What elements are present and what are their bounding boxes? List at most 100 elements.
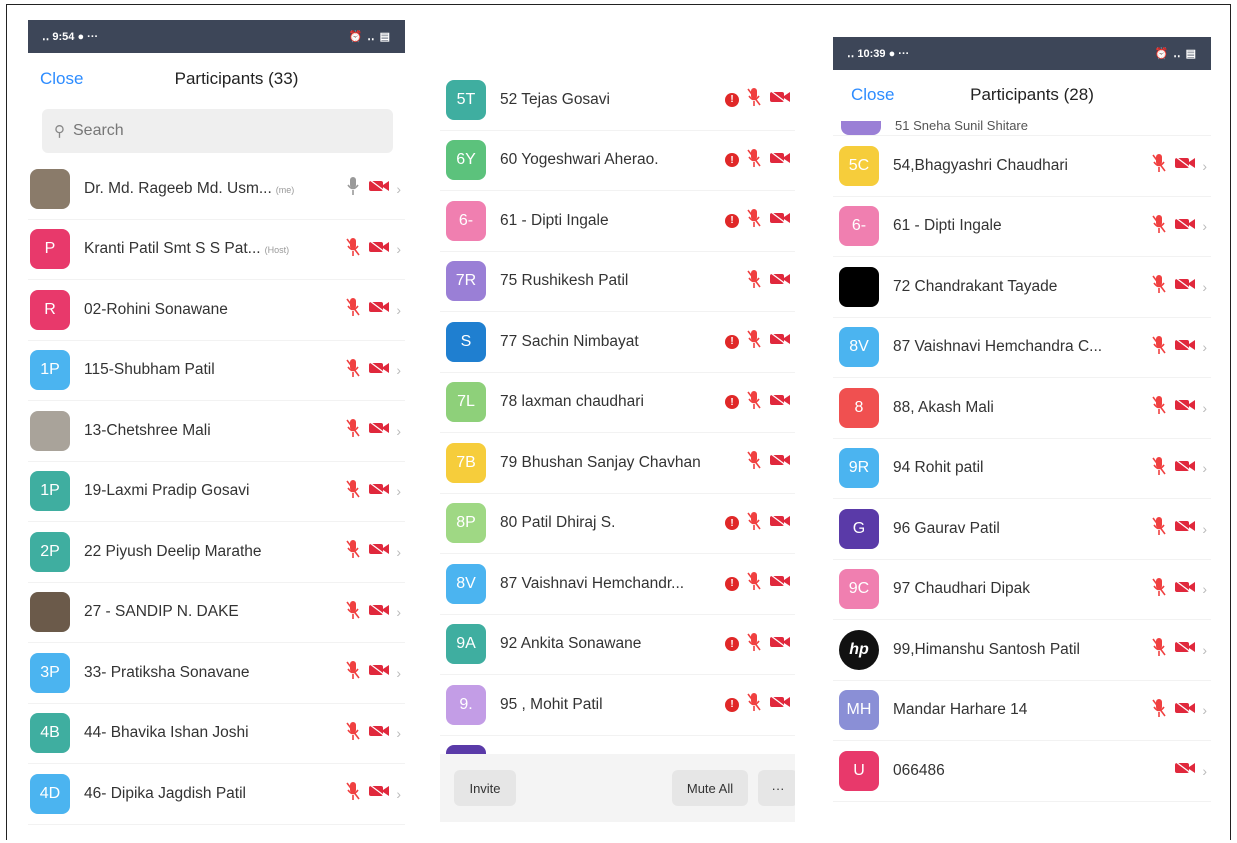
invite-button[interactable]: Invite [454,770,516,806]
participant-name: 75 Rushikesh Patil [500,272,629,290]
participant-row[interactable]: MH Mandar Harhare 14 › [833,681,1211,741]
avatar-initials: G [852,519,866,537]
participant-name: 61 - Dipti Ingale [893,217,1002,235]
participant-name: 115-Shubham Patil [84,361,215,379]
participant-name: Kranti Patil Smt S S Pat... (Host) [84,240,290,258]
video-off-icon [769,332,791,351]
mute-all-button[interactable]: Mute All [672,770,748,806]
participant-row[interactable]: 1P 19-Laxmi Pradip Gosavi › [28,462,405,522]
status-icons: ! [725,511,791,536]
participant-row[interactable]: R 02-Rohini Sonawane › [28,280,405,341]
video-off-icon [769,514,791,533]
status-right: ⏰ ‥ ▤ [348,31,391,43]
mic-muted-icon [1152,214,1166,239]
participant-row[interactable]: 72 Chandrakant Tayade › [833,257,1211,318]
status-icons: › [1152,698,1207,723]
participant-row[interactable]: 9A 92 Ankita Sonawane! [440,615,795,675]
participant-row[interactable]: 8 88, Akash Mali › [833,378,1211,439]
participant-name: 13-Chetshree Mali [84,421,211,439]
avatar-initials: 4D [39,784,61,802]
video-off-icon [1174,398,1196,417]
status-icons: ! [725,208,791,233]
participants-panel-3: ‥ 10:39 ● ··· ⏰ ‥ ▤ Close Participants (… [833,37,1211,830]
participant-row[interactable]: 4B 44- Bhavika Ishan Joshi › [28,704,405,764]
status-icons: › [1152,516,1207,541]
participant-row[interactable]: G 96 Gaurav Patil › [833,499,1211,560]
participant-row[interactable]: 7R 75 Rushikesh Patil [440,252,795,312]
avatar-initials: 8V [849,338,869,356]
participant-name: 94 Rohit patil [893,459,984,477]
participant-row[interactable]: 4D 46- Dipika Jagdish Patil › [28,764,405,825]
participant-name: 87 Vaishnavi Hemchandr... [500,574,685,592]
participant-row[interactable]: 8V 87 Vaishnavi Hemchandr...! [440,554,795,615]
participant-row[interactable]: 5T 52 Tejas Gosavi! [440,70,795,131]
participant-name: 44- Bhavika Ishan Joshi [84,724,249,742]
participant-row[interactable]: 6- 61 - Dipti Ingale › [833,197,1211,257]
participant-row[interactable]: S 77 Sachin Nimbayat! [440,312,795,373]
participant-name: 27 - SANDIP N. DAKE [84,603,239,621]
avatar: 9. [446,684,486,725]
chevron-right-icon: › [1202,278,1207,295]
participant-row[interactable]: 27 - SANDIP N. DAKE › [28,583,405,643]
video-off-icon [1174,519,1196,538]
avatar-initials: 7B [456,453,476,471]
avatar [30,168,70,209]
status-icons: ! [725,692,791,717]
chevron-right-icon: › [1202,641,1207,658]
status-icons: › [1152,335,1207,360]
mic-muted-icon [747,148,761,173]
video-off-icon [1174,459,1196,478]
participant-list: 5C 54,Bhagyashri Chaudhari › 6- 61 - Dipti I… [833,136,1211,802]
participant-row[interactable]: U 066486 › [833,741,1211,802]
participant-name: 52 Tejas Gosavi [500,90,610,108]
status-icons: ! [725,390,791,415]
avatar-initials: 9. [459,695,473,713]
mic-muted-icon [747,208,761,233]
warning-icon: ! [725,395,739,410]
participant-row[interactable]: P Kranti Patil Smt S S Pat... (Host) › [28,220,405,280]
participant-name: 96 Gaurav Patil [893,519,1000,537]
mic-muted-icon [747,632,761,657]
participant-row[interactable]: 2P 22 Piyush Deelip Marathe › [28,522,405,583]
search-input[interactable]: ⚲ Search [42,109,393,153]
participant-row[interactable]: 1P 115-Shubham Patil › [28,341,405,401]
status-icons: › [1152,395,1207,420]
participant-name: 95 , Mohit Patil [500,695,603,713]
participant-row[interactable]: 9R 94 Rohit patil › [833,439,1211,499]
participant-row[interactable]: 9. 95 , Mohit Patil! [440,675,795,736]
participant-row[interactable]: 8V 87 Vaishnavi Hemchandra C... › [833,318,1211,378]
mic-muted-icon [346,721,360,746]
status-icons: › [1152,153,1207,178]
status-icons: › [346,721,401,746]
participant-row[interactable]: Dr. Md. Rageeb Md. Usm... (me) › [28,159,405,220]
participant-row[interactable]: 3P 33- Pratiksha Sonavane › [28,643,405,704]
participant-row[interactable]: 5C 54,Bhagyashri Chaudhari › [833,136,1211,197]
status-icons: › [1174,761,1207,780]
participant-row[interactable]: hp 99,Himanshu Santosh Patil › [833,620,1211,681]
avatar [30,592,70,633]
participants-header: Close Participants (33) [28,53,405,105]
avatar: 6- [839,206,879,247]
chevron-right-icon: › [1202,520,1207,537]
video-off-icon [368,663,390,682]
participant-row[interactable]: 9C 97 Chaudhari Dipak › [833,560,1211,620]
mic-muted-icon [1152,153,1166,178]
video-off-icon [769,695,791,714]
mic-muted-icon [1152,456,1166,481]
status-bar: ‥ 10:39 ● ··· ⏰ ‥ ▤ [833,37,1211,70]
participant-row[interactable]: 8P 80 Patil Dhiraj S.! [440,494,795,554]
avatar: 3P [30,652,70,693]
participant-row[interactable]: 6Y 60 Yogeshwari Aherao.! [440,131,795,191]
more-button[interactable]: ··· [758,770,795,806]
chevron-right-icon: › [396,664,401,681]
participant-row[interactable]: 13-Chetshree Mali › [28,401,405,462]
warning-icon: ! [725,516,739,531]
mic-muted-icon [346,660,360,685]
participant-row[interactable]: 7B 79 Bhushan Sanjay Chavhan [440,433,795,494]
participant-row[interactable]: 7L 78 laxman chaudhari! [440,373,795,433]
participant-row[interactable]: 6- 61 - Dipti Ingale! [440,191,795,252]
avatar: MH [839,690,879,731]
status-icons: › [346,479,401,504]
participant-name: 19-Laxmi Pradip Gosavi [84,482,250,500]
avatar-initials: 8 [854,398,864,416]
